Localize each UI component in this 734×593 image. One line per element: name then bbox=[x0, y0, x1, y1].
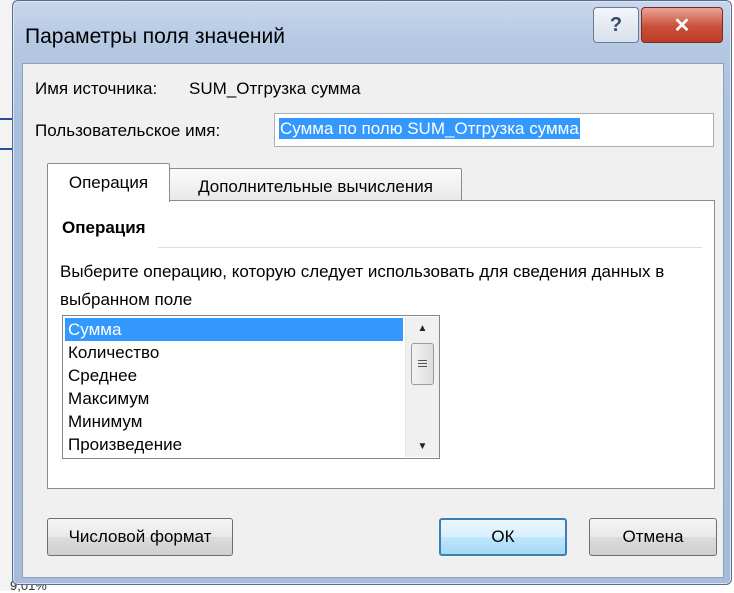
list-item-sum[interactable]: Сумма bbox=[65, 318, 403, 341]
list-item-product[interactable]: Произведение bbox=[65, 433, 403, 456]
list-item-count[interactable]: Количество bbox=[65, 341, 403, 364]
dialog-body: Имя источника: SUM_Отгрузка сумма Пользо… bbox=[22, 63, 724, 578]
custom-name-input[interactable]: Сумма по полю SUM_Отгрузка сумма bbox=[274, 113, 714, 147]
custom-name-label: Пользовательское имя: bbox=[35, 121, 221, 140]
help-icon: ? bbox=[609, 13, 623, 36]
heading-divider bbox=[158, 247, 702, 248]
scroll-thumb[interactable] bbox=[411, 343, 434, 385]
tab-additional-calculations[interactable]: Дополнительные вычисления bbox=[169, 168, 462, 204]
list-item-min[interactable]: Минимум bbox=[65, 410, 403, 433]
grip-icon bbox=[418, 359, 427, 369]
ok-button[interactable]: ОК bbox=[439, 518, 567, 556]
tab-operation[interactable]: Операция bbox=[47, 163, 170, 202]
list-item-average[interactable]: Среднее bbox=[65, 364, 403, 387]
source-name-value: SUM_Отгрузка сумма bbox=[189, 79, 361, 98]
close-button[interactable]: ✕ bbox=[641, 7, 723, 43]
operation-description: Выберите операцию, которую следует испол… bbox=[60, 262, 665, 309]
help-button[interactable]: ? bbox=[593, 7, 639, 43]
listbox-scrollbar[interactable]: ▲ ▼ bbox=[405, 317, 439, 457]
scroll-up-icon[interactable]: ▲ bbox=[406, 317, 439, 339]
operation-tab-panel: Операция Выберите операцию, которую след… bbox=[47, 200, 715, 489]
scroll-down-icon[interactable]: ▼ bbox=[406, 435, 439, 457]
source-name-label: Имя источника: bbox=[35, 79, 158, 98]
close-icon: ✕ bbox=[673, 14, 691, 37]
operation-listbox[interactable]: Сумма Количество Среднее Максимум Миниму… bbox=[62, 315, 440, 459]
dialog-title: Параметры поля значений bbox=[25, 25, 285, 48]
operation-heading: Операция bbox=[62, 218, 146, 237]
list-item-max[interactable]: Максимум bbox=[65, 387, 403, 410]
cancel-button[interactable]: Отмена bbox=[589, 518, 717, 556]
value-field-settings-dialog: Параметры поля значений ? ✕ Имя источник… bbox=[12, 0, 732, 585]
number-format-button[interactable]: Числовой формат bbox=[47, 518, 233, 556]
custom-name-input-value: Сумма по полю SUM_Отгрузка сумма bbox=[279, 118, 580, 139]
